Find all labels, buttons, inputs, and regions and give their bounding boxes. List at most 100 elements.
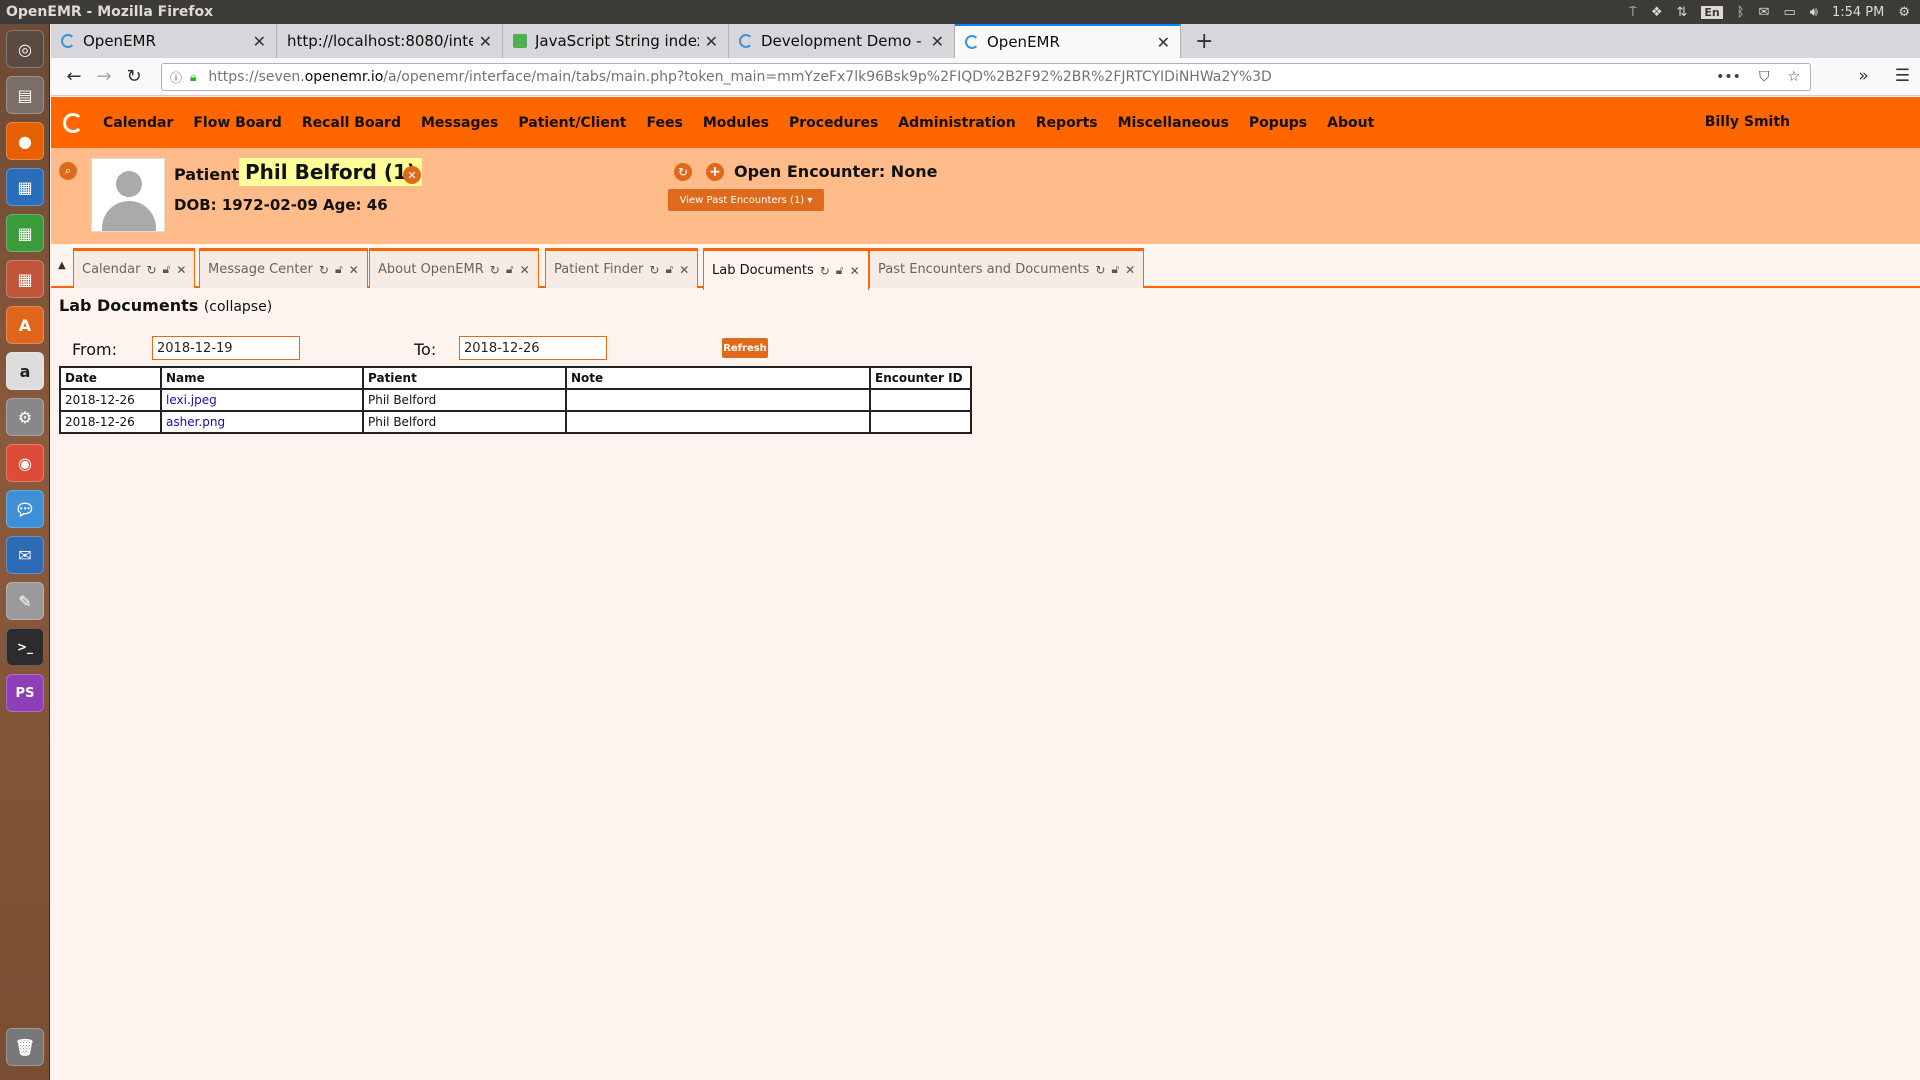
tab-calendar[interactable]: Calendar ↻ 🔓︎ ✕ <box>73 248 196 288</box>
calc-icon[interactable]: ▦ <box>6 214 44 252</box>
menu-administration[interactable]: Administration <box>898 115 1015 131</box>
terminal-icon[interactable]: >_ <box>6 628 44 666</box>
close-icon[interactable]: ✕ <box>176 263 186 277</box>
thunderbird-icon[interactable]: ✉ <box>6 536 44 574</box>
chat-icon[interactable]: 💬︎ <box>6 490 44 528</box>
settings-gear-icon[interactable]: ⚙ <box>1898 5 1910 20</box>
collapse-header-icon[interactable]: ▲ <box>58 260 66 271</box>
keyboard-layout[interactable]: En <box>1701 5 1723 19</box>
menu-popups[interactable]: Popups <box>1249 115 1307 131</box>
volume-icon[interactable]: 🔊︎ <box>1810 5 1818 20</box>
user-menu[interactable]: Billy Smith <box>1705 114 1790 130</box>
reload-icon[interactable]: ↻ <box>119 66 149 87</box>
close-icon[interactable]: ✕ <box>1125 263 1135 277</box>
menu-miscellaneous[interactable]: Miscellaneous <box>1118 115 1229 131</box>
lock-icon[interactable]: 🔒︎ <box>190 70 196 85</box>
menu-flow-board[interactable]: Flow Board <box>193 115 281 131</box>
firefox-icon[interactable]: ● <box>6 122 44 160</box>
amazon-icon[interactable]: a <box>6 352 44 390</box>
phpstorm-icon[interactable]: PS <box>6 674 44 712</box>
hamburger-menu-icon[interactable]: ☰ <box>1895 66 1910 86</box>
close-icon[interactable]: ✕ <box>679 263 689 277</box>
tab-past-encounters[interactable]: Past Encounters and Documents ↻ 🔓︎ ✕ <box>869 248 1145 288</box>
text-editor-icon[interactable]: ✎ <box>6 582 44 620</box>
refresh-icon[interactable]: ↻ <box>1095 263 1105 277</box>
close-tab-icon[interactable]: ✕ <box>931 32 944 51</box>
patient-name[interactable]: Phil Belford (1) <box>239 158 423 186</box>
view-past-encounters-button[interactable]: View Past Encounters (1) ▾ <box>668 189 824 211</box>
antenna-icon[interactable]: ⍑ <box>1629 5 1637 20</box>
menu-modules[interactable]: Modules <box>703 115 769 131</box>
close-tab-icon[interactable]: ✕ <box>1157 33 1170 52</box>
unlock-icon[interactable]: 🔓︎ <box>665 262 673 277</box>
openemr-logo-icon[interactable] <box>63 112 83 133</box>
menu-calendar[interactable]: Calendar <box>103 115 173 131</box>
url-bar[interactable]: ⓘ 🔒︎ https://seven.openemr.io/a/openemr/… <box>161 63 1811 91</box>
unlock-icon[interactable]: 🔓︎ <box>836 263 844 278</box>
tab-message-center[interactable]: Message Center ↻ 🔓︎ ✕ <box>199 248 368 288</box>
menu-messages[interactable]: Messages <box>421 115 498 131</box>
browser-tab[interactable]: http://localhost:8080/inter ✕ <box>277 24 503 58</box>
refresh-encounter-icon[interactable]: ↻ <box>674 163 692 181</box>
close-tab-icon[interactable]: ✕ <box>479 32 492 51</box>
unlock-icon[interactable]: 🔓︎ <box>506 262 514 277</box>
new-tab-button[interactable]: + <box>1181 24 1227 58</box>
menu-reports[interactable]: Reports <box>1036 115 1098 131</box>
tab-patient-finder[interactable]: Patient Finder ↻ 🔓︎ ✕ <box>545 248 699 288</box>
menu-procedures[interactable]: Procedures <box>789 115 878 131</box>
chrome-icon[interactable]: ◉ <box>6 444 44 482</box>
network-icon[interactable]: ⇅ <box>1676 5 1687 20</box>
impress-icon[interactable]: ▦ <box>6 260 44 298</box>
menu-recall-board[interactable]: Recall Board <box>302 115 401 131</box>
bookmark-star-icon[interactable]: ☆ <box>1787 69 1800 85</box>
menu-patient-client[interactable]: Patient/Client <box>518 115 626 131</box>
clock[interactable]: 1:54 PM <box>1832 5 1884 20</box>
tab-about-openemr[interactable]: About OpenEMR ↻ 🔓︎ ✕ <box>369 248 539 288</box>
browser-tab[interactable]: Development Demo - Op ✕ <box>729 24 955 58</box>
browser-tab[interactable]: JavaScript String indexO ✕ <box>503 24 729 58</box>
refresh-icon[interactable]: ↻ <box>146 263 156 277</box>
unlock-icon[interactable]: 🔓︎ <box>163 262 171 277</box>
refresh-icon[interactable]: ↻ <box>649 263 659 277</box>
overflow-menu-icon[interactable]: » <box>1858 66 1868 86</box>
battery-icon[interactable]: ▭ <box>1783 5 1795 20</box>
refresh-icon[interactable]: ↻ <box>490 263 500 277</box>
dropbox-icon[interactable]: ❖ <box>1651 5 1663 20</box>
close-tab-icon[interactable]: ✕ <box>705 32 718 51</box>
to-date-input[interactable] <box>459 336 607 360</box>
browser-tab[interactable]: OpenEMR ✕ <box>51 24 277 58</box>
writer-icon[interactable]: ▦ <box>6 168 44 206</box>
refresh-button[interactable]: Refresh <box>722 338 768 358</box>
page-actions-icon[interactable]: ••• <box>1716 69 1741 85</box>
menu-about[interactable]: About <box>1327 115 1374 131</box>
back-arrow-icon[interactable]: ← <box>59 66 89 87</box>
document-link[interactable]: asher.png <box>166 415 225 429</box>
mail-icon[interactable]: ✉ <box>1759 5 1770 20</box>
refresh-icon[interactable]: ↻ <box>319 263 329 277</box>
browser-tab-active[interactable]: OpenEMR ✕ <box>955 24 1181 58</box>
menu-fees[interactable]: Fees <box>646 115 682 131</box>
system-settings-icon[interactable]: ⚙ <box>6 398 44 436</box>
files-icon[interactable]: ▤ <box>6 76 44 114</box>
document-link[interactable]: lexi.jpeg <box>166 393 217 407</box>
close-tab-icon[interactable]: ✕ <box>253 32 266 51</box>
close-icon[interactable]: ✕ <box>850 264 860 278</box>
unlock-icon[interactable]: 🔓︎ <box>335 262 343 277</box>
bluetooth-icon[interactable]: ᛒ <box>1737 5 1745 20</box>
tab-lab-documents[interactable]: Lab Documents ↻ 🔓︎ ✕ <box>703 248 869 290</box>
info-icon[interactable]: ⓘ <box>170 69 182 86</box>
search-icon[interactable]: ⌕ <box>59 162 77 180</box>
from-date-input[interactable] <box>152 336 300 360</box>
forward-arrow-icon[interactable]: → <box>89 66 119 87</box>
unlock-icon[interactable]: 🔓︎ <box>1111 262 1119 277</box>
dash-home-icon[interactable]: ◎ <box>6 30 44 68</box>
close-icon[interactable]: ✕ <box>349 263 359 277</box>
refresh-icon[interactable]: ↻ <box>820 264 830 278</box>
close-icon[interactable]: ✕ <box>520 263 530 277</box>
collapse-link[interactable]: (collapse) <box>204 299 272 315</box>
software-center-icon[interactable]: A <box>6 306 44 344</box>
pocket-icon[interactable]: ⛉ <box>1759 69 1770 85</box>
trash-icon[interactable]: 🗑︎ <box>6 1028 44 1066</box>
clear-patient-close-icon[interactable]: ✕ <box>403 166 421 184</box>
add-encounter-icon[interactable]: + <box>706 163 724 181</box>
